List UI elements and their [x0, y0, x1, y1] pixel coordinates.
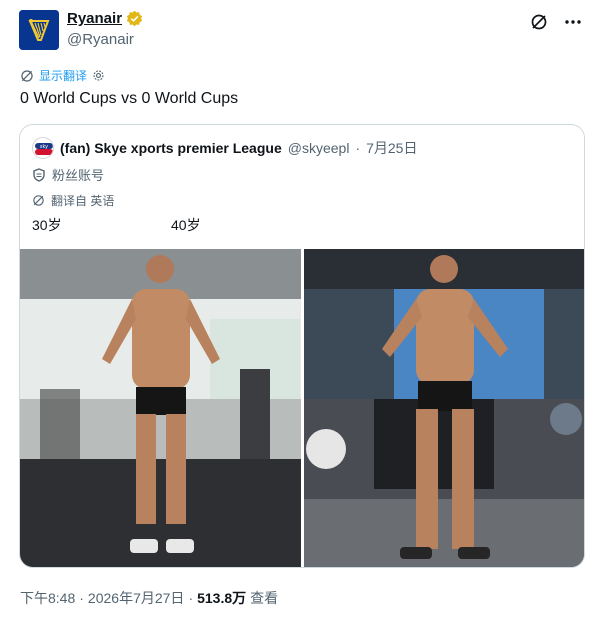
- quoted-separator: ·: [355, 140, 361, 156]
- svg-text:sky: sky: [40, 144, 48, 150]
- author-handle[interactable]: @Ryanair: [67, 31, 134, 48]
- views-label: 查看: [250, 590, 279, 606]
- author-name-row: Ryanair: [67, 10, 143, 27]
- tweet-text: 0 World Cups vs 0 World Cups: [20, 90, 239, 107]
- quoted-tweet-header: sky (fan) Skye xports premier League @sk…: [32, 137, 417, 159]
- views-count: 513.8万: [197, 590, 247, 606]
- translate-icon: [33, 195, 44, 206]
- quoted-avatar[interactable]: sky: [32, 137, 54, 159]
- header-actions: [529, 12, 583, 32]
- author-display-name[interactable]: Ryanair: [67, 10, 122, 27]
- tweet-container: Ryanair @Ryanair 显示翻译 0 World Cups vs 0 …: [0, 0, 597, 623]
- quoted-handle[interactable]: @skyeepl: [288, 140, 350, 156]
- photo-right[interactable]: [304, 249, 584, 567]
- show-translation[interactable]: 显示翻译: [20, 67, 105, 84]
- quoted-age-right: 40岁: [171, 217, 201, 233]
- home-gym-photo-image: [304, 249, 584, 567]
- show-translation-label[interactable]: 显示翻译: [39, 67, 87, 84]
- more-dots-icon[interactable]: [563, 12, 583, 32]
- quoted-date[interactable]: 7月25日: [366, 138, 417, 158]
- tweet-date[interactable]: 2026年7月27日: [88, 588, 185, 608]
- shield-icon: [33, 167, 45, 182]
- footer-separator: ·: [79, 590, 84, 606]
- tweet-footer: 下午8:48 · 2026年7月27日 · 513.8万 查看: [20, 588, 278, 608]
- quoted-tweet-card[interactable]: sky (fan) Skye xports premier League @sk…: [19, 124, 585, 568]
- ryanair-harp-logo-icon: [19, 10, 59, 50]
- fan-account-label: 粉丝账号: [32, 165, 104, 184]
- grok-icon[interactable]: [529, 12, 549, 32]
- footer-separator-2: ·: [188, 590, 194, 606]
- quoted-translated-from: 翻译自 英语: [32, 192, 114, 209]
- fan-account-text: 粉丝账号: [52, 168, 105, 183]
- translated-from-text: 翻译自 英语: [51, 194, 115, 208]
- gear-icon[interactable]: [92, 69, 105, 82]
- verified-badge-icon[interactable]: [126, 10, 143, 27]
- tweet-time[interactable]: 下午8:48: [20, 588, 75, 608]
- avatar[interactable]: [19, 10, 59, 50]
- photo-left[interactable]: [20, 249, 301, 567]
- gym-photo-image: [20, 249, 301, 567]
- translate-icon: [21, 69, 33, 82]
- quoted-age-left: 30岁: [32, 217, 62, 233]
- quoted-display-name[interactable]: (fan) Skye xports premier League: [60, 140, 282, 156]
